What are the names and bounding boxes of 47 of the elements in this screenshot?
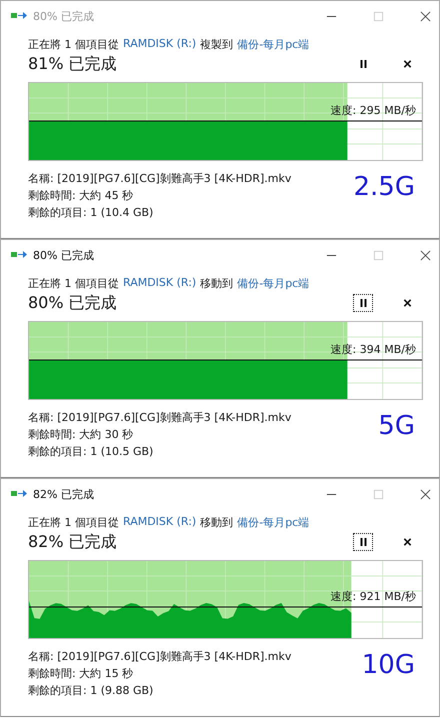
description-text: 移動到 <box>200 276 234 291</box>
description-text: 正在將 1 個項目從 <box>28 276 119 291</box>
speed-note: 2.5G <box>354 172 415 202</box>
progress-heading: 81% 已完成 <box>28 54 117 74</box>
source-link[interactable]: RAMDISK (R:) <box>123 37 196 52</box>
progress-heading: 80% 已完成 <box>28 292 117 314</box>
pause-icon <box>358 298 368 308</box>
window-title: 80% 已完成 <box>33 8 94 24</box>
description-text: 複製到 <box>200 37 234 52</box>
destination-link[interactable]: 備份-每月pc端 <box>237 276 310 291</box>
copy-icon <box>11 489 27 499</box>
close-icon[interactable] <box>420 250 431 260</box>
destination-link[interactable]: 備份-每月pc端 <box>237 37 310 52</box>
file-name: 名稱: [2019][PG7.6][CG]剝難高手3 [4K-HDR].mkv <box>28 649 292 665</box>
pause-icon <box>358 537 368 547</box>
copy-icon <box>11 250 27 260</box>
speed-note: 5G <box>378 411 415 441</box>
window-title: 80% 已完成 <box>33 248 94 262</box>
source-link[interactable]: RAMDISK (R:) <box>123 276 196 291</box>
close-icon <box>402 59 412 69</box>
pause-button[interactable] <box>353 533 373 551</box>
time-remaining: 剩餘時間: 大約 30 秒 <box>28 427 134 443</box>
speed-label: 速度: 921 MB/秒 <box>330 589 416 604</box>
close-icon <box>402 537 412 547</box>
items-remaining: 剩餘的項目: 1 (10.4 GB) <box>28 205 154 221</box>
items-remaining: 剩餘的項目: 1 (10.5 GB) <box>28 444 154 460</box>
progress-heading: 82% 已完成 <box>28 532 117 552</box>
destination-link[interactable]: 備份-每月pc端 <box>237 515 310 530</box>
time-remaining: 剩餘時間: 大約 45 秒 <box>28 188 134 204</box>
source-link[interactable]: RAMDISK (R:) <box>123 515 196 530</box>
close-icon[interactable] <box>420 10 431 22</box>
window-title: 82% 已完成 <box>33 486 94 502</box>
description-text: 正在將 1 個項目從 <box>28 515 119 530</box>
close-icon <box>402 298 412 308</box>
description-text: 移動到 <box>200 515 234 530</box>
time-remaining: 剩餘時間: 大約 15 秒 <box>28 666 134 682</box>
copy-icon <box>11 11 27 21</box>
speed-label: 速度: 394 MB/秒 <box>330 342 416 357</box>
file-name: 名稱: [2019][PG7.6][CG]剝難高手3 [4K-HDR].mkv <box>28 171 292 187</box>
file-name: 名稱: [2019][PG7.6][CG]剝難高手3 [4K-HDR].mkv <box>28 410 292 426</box>
close-icon[interactable] <box>420 488 431 500</box>
pause-icon <box>358 59 368 69</box>
items-remaining: 剩餘的項目: 1 (9.88 GB) <box>28 683 154 699</box>
speed-note: 10G <box>362 650 415 680</box>
speed-label: 速度: 295 MB/秒 <box>330 103 416 118</box>
description-text: 正在將 1 個項目從 <box>28 37 119 52</box>
pause-button[interactable] <box>353 294 373 312</box>
